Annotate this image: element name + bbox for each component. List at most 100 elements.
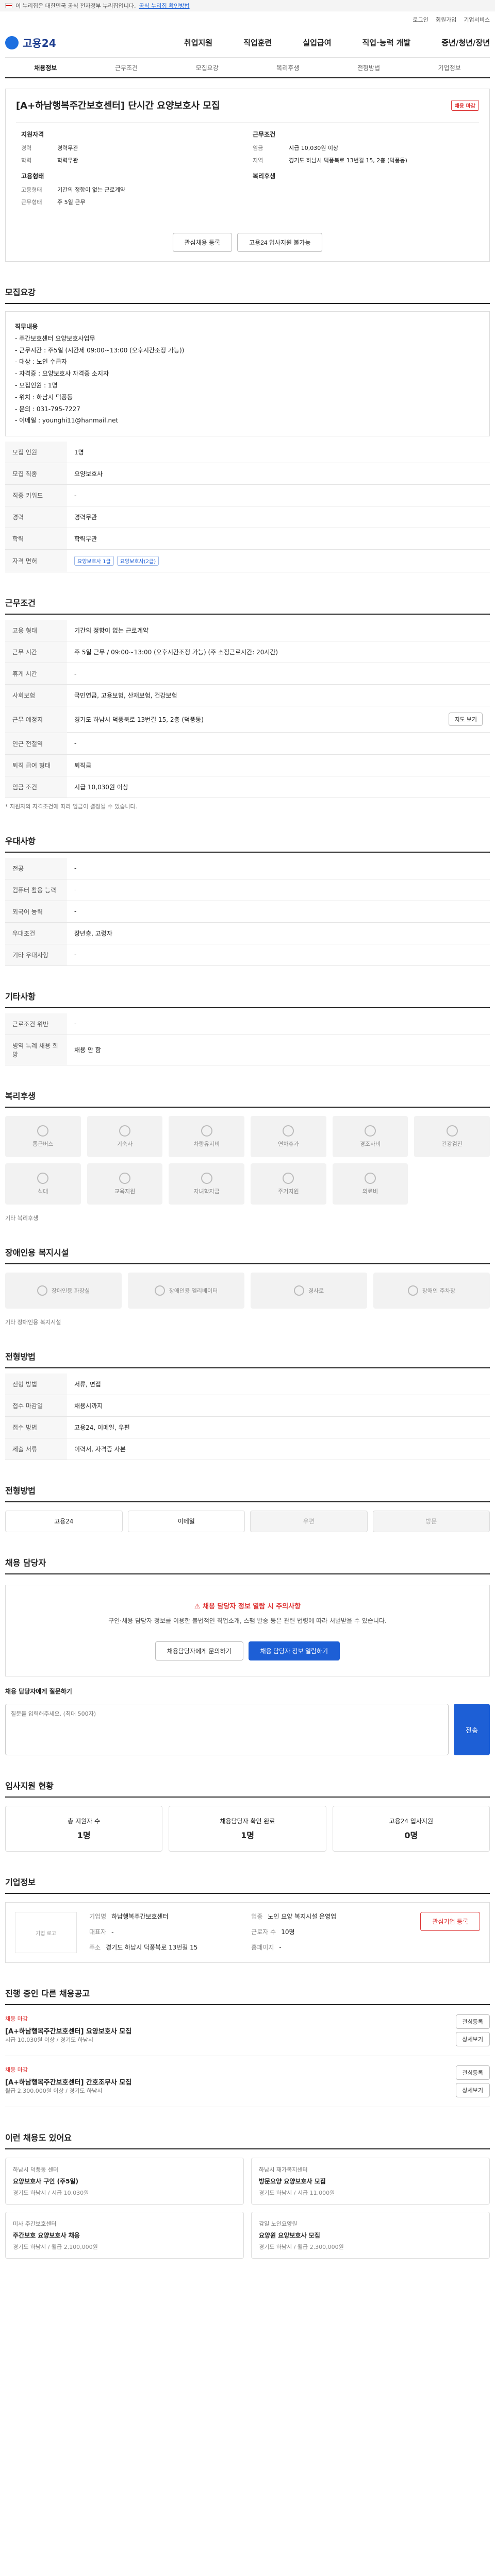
desc-line: - 대상 : 노인 수급자 <box>15 358 67 366</box>
util-login[interactable]: 로그인 <box>413 15 428 24</box>
address-text: 경기도 하남시 덕풍북로 13번길 15, 2층 (덕풍동) <box>74 716 204 723</box>
site-logo[interactable]: 고용24 <box>5 35 56 50</box>
table-row: 제출 서류 이력서, 자격증 사본 <box>5 1438 490 1460</box>
ask-contact-button[interactable]: 채용담당자에게 문의하기 <box>155 1641 243 1661</box>
row-value: 채용시까지 <box>67 1395 490 1417</box>
nav-item[interactable]: 취업지원 <box>184 37 212 48</box>
company-value: 노인 요양 복지시설 운영업 <box>268 1913 337 1921</box>
tab-conditions[interactable]: 근무조건 <box>86 63 167 77</box>
contact-warning: ⚠ 채용 담당자 정보 열람 시 주의사항 <box>21 1601 474 1611</box>
disabled-label: 장애인 주차장 <box>422 1287 456 1294</box>
recommend-card[interactable]: 미사 주간보호센터 주간보호 요양보호사 채용 경기도 하남시 / 월급 2,100… <box>5 2212 244 2259</box>
job-description: 직무내용 - 주간보호센터 요양보호사업무 - 근무시간 : 주5일 (시간제 … <box>5 311 490 437</box>
tab-recruit-info[interactable]: 채용정보 <box>5 63 86 77</box>
nav-item[interactable]: 직업·능력 개발 <box>362 37 411 48</box>
related-title: [A+하남행복주간보호센터] 요양보호사 모집 <box>5 2028 132 2036</box>
company-interest-button[interactable]: 관심기업 등록 <box>420 1912 480 1931</box>
gov-check-link[interactable]: 공식 누리집 확인방법 <box>139 2 190 10</box>
list-item[interactable]: 채용 마감 [A+하남행복주간보호센터] 요양보호사 모집 시급 10,030원 이… <box>5 2005 490 2057</box>
welfare-label: 통근버스 <box>32 1140 54 1147</box>
nav-item[interactable]: 실업급여 <box>303 37 331 48</box>
table-row: 임금 조건 시급 10,030원 이상 <box>5 776 490 798</box>
row-key: 우대조건 <box>5 922 67 944</box>
tab-process[interactable]: 전형방법 <box>328 63 409 77</box>
send-question-button[interactable]: 전송 <box>454 1704 490 1756</box>
car-icon <box>201 1125 212 1137</box>
summary-row: 고용형태 기간의 정함이 없는 근로계약 <box>21 185 242 194</box>
list-item[interactable]: 채용 마감 [A+하남행복주간보호센터] 간호조무사 모집 월급 2,300,000… <box>5 2056 490 2108</box>
welfare-label: 식대 <box>38 1188 48 1195</box>
method-item: 이메일 <box>127 1510 245 1532</box>
view-contact-button[interactable]: 채용 담당자 정보 열람하기 <box>248 1641 340 1661</box>
tab-welfare[interactable]: 복리후생 <box>248 63 328 77</box>
rec-title: 요양원 요양보호사 모집 <box>259 2232 320 2240</box>
table-row: 모집 직종 요양보호사 <box>5 463 490 485</box>
tab-requirements[interactable]: 모집요강 <box>167 63 248 77</box>
nav-item[interactable]: 직업훈련 <box>243 37 272 48</box>
table-row: 고용 형태 기간의 정함이 없는 근로계약 <box>5 620 490 642</box>
related-interest-button[interactable]: 관심등록 <box>455 2014 490 2029</box>
section-recruit: 모집요강 직무내용 - 주간보호센터 요양보호사업무 - 근무시간 : 주5일 … <box>5 285 490 573</box>
recommend-card[interactable]: 하남시 덕풍동 센터 요양보호사 구인 (주5일) 경기도 하남시 / 시급 10,… <box>5 2158 244 2205</box>
util-biz[interactable]: 기업서비스 <box>464 15 490 24</box>
table-row: 퇴직 급여 형태 퇴직금 <box>5 754 490 776</box>
parking-icon <box>407 1285 418 1296</box>
recruit-table: 모집 인원 1명 모집 직종 요양보호사 직종 키워드 - 경력 경력무관 학력 학력무관… <box>5 442 490 573</box>
table-row: 학력 학력무관 <box>5 528 490 550</box>
desc-line: - 자격증 : 요양보호사 자격증 소지자 <box>15 370 109 378</box>
row-value: 장년층, 고령자 <box>67 922 490 944</box>
apply-button[interactable]: 고용24 입사지원 불가능 <box>237 233 323 252</box>
company-row: 대표자 - <box>89 1927 246 1938</box>
summary-row: 지역 경기도 하남시 덕풍북로 13번길 15, 2층 (덕풍동) <box>253 156 474 164</box>
related-interest-button[interactable]: 관심등록 <box>455 2065 490 2080</box>
related-meta: 월급 2,300,000원 이상 / 경기도 하남시 <box>5 2088 103 2095</box>
util-join[interactable]: 회원가입 <box>436 15 456 24</box>
table-row: 직종 키워드 - <box>5 484 490 507</box>
book-icon <box>119 1172 130 1184</box>
related-detail-button[interactable]: 상세보기 <box>455 2083 490 2098</box>
welfare-label: 교육지원 <box>114 1188 136 1195</box>
row-value: 요양보호사 1급 요양보호사(2급) <box>67 549 490 573</box>
row-value: - <box>67 1013 490 1035</box>
disabled-label: 장애인용 화장실 <box>51 1287 90 1294</box>
row-value: - <box>67 663 490 685</box>
welfare-item: 주거지원 <box>251 1163 326 1205</box>
welfare-label: 주거지원 <box>278 1188 299 1195</box>
company-row: 근로자 수 10명 <box>251 1927 408 1938</box>
recommend-card[interactable]: 감일 노인요양원 요양원 요양보호사 모집 경기도 하남시 / 월급 2,300,0… <box>251 2212 490 2259</box>
disabled-item: 장애인용 화장실 <box>5 1272 122 1309</box>
job-title: [A+하남행복주간보호센터] 단시간 요양보호사 모집 <box>16 100 220 111</box>
section-title: 기타사항 <box>5 990 490 1008</box>
map-button[interactable]: 지도 보기 <box>449 713 483 726</box>
welfare-label: 건강검진 <box>441 1140 463 1147</box>
row-value: - <box>67 857 490 879</box>
nav-item[interactable]: 중년/청년/장년 <box>441 37 490 48</box>
disabled-item: 장애인 주차장 <box>373 1272 490 1309</box>
row-key: 근무 시간 <box>5 641 67 664</box>
table-row: 전형 방법 서류, 면접 <box>5 1373 490 1395</box>
main-nav: 취업지원 직업훈련 실업급여 직업·능력 개발 중년/청년/장년 <box>184 37 490 48</box>
recommend-card[interactable]: 하남시 재가복지센터 방문요양 요양보호사 모집 경기도 하남시 / 시급 11,0… <box>251 2158 490 2205</box>
section-process: 전형방법 전형 방법 서류, 면접 접수 마감일 채용시까지 접수 방법 고용24, … <box>5 1350 490 1460</box>
interest-button[interactable]: 관심채용 등록 <box>172 233 233 252</box>
summary-key: 고용형태 <box>21 187 42 193</box>
row-value: - <box>67 879 490 901</box>
welfare-item: 자녀학자금 <box>169 1163 244 1205</box>
welfare-label: 경조사비 <box>359 1140 381 1147</box>
summary-key: 경력 <box>21 145 32 151</box>
section-contact: 채용 담당자 ⚠ 채용 담당자 정보 열람 시 주의사항 구인·채용 담당자 정… <box>5 1556 490 1756</box>
company-value: - <box>111 1928 114 1936</box>
recommend-grid: 하남시 덕풍동 센터 요양보호사 구인 (주5일) 경기도 하남시 / 시급 10,… <box>5 2158 490 2259</box>
contact-text: 구인·채용 담당자 정보를 이용한 불법적인 직업소개, 스팸 발송 등은 관련… <box>108 1617 387 1624</box>
section-title: 우대사항 <box>5 834 490 853</box>
tab-company[interactable]: 기업정보 <box>409 63 490 77</box>
question-input[interactable] <box>5 1704 449 1756</box>
related-detail-button[interactable]: 상세보기 <box>455 2032 490 2047</box>
company-value: 하남행복주간보호센터 <box>111 1913 169 1921</box>
row-value: 기간의 정함이 없는 근로계약 <box>67 620 490 642</box>
rec-company: 하남시 덕풍동 센터 <box>13 2166 58 2174</box>
row-value: 1명 <box>67 442 490 464</box>
welfare-label: 의료비 <box>362 1188 378 1195</box>
table-row: 근무 예정지 경기도 하남시 덕풍북로 13번길 15, 2층 (덕풍동) 지도 보… <box>5 706 490 733</box>
row-key: 학력 <box>5 528 67 550</box>
